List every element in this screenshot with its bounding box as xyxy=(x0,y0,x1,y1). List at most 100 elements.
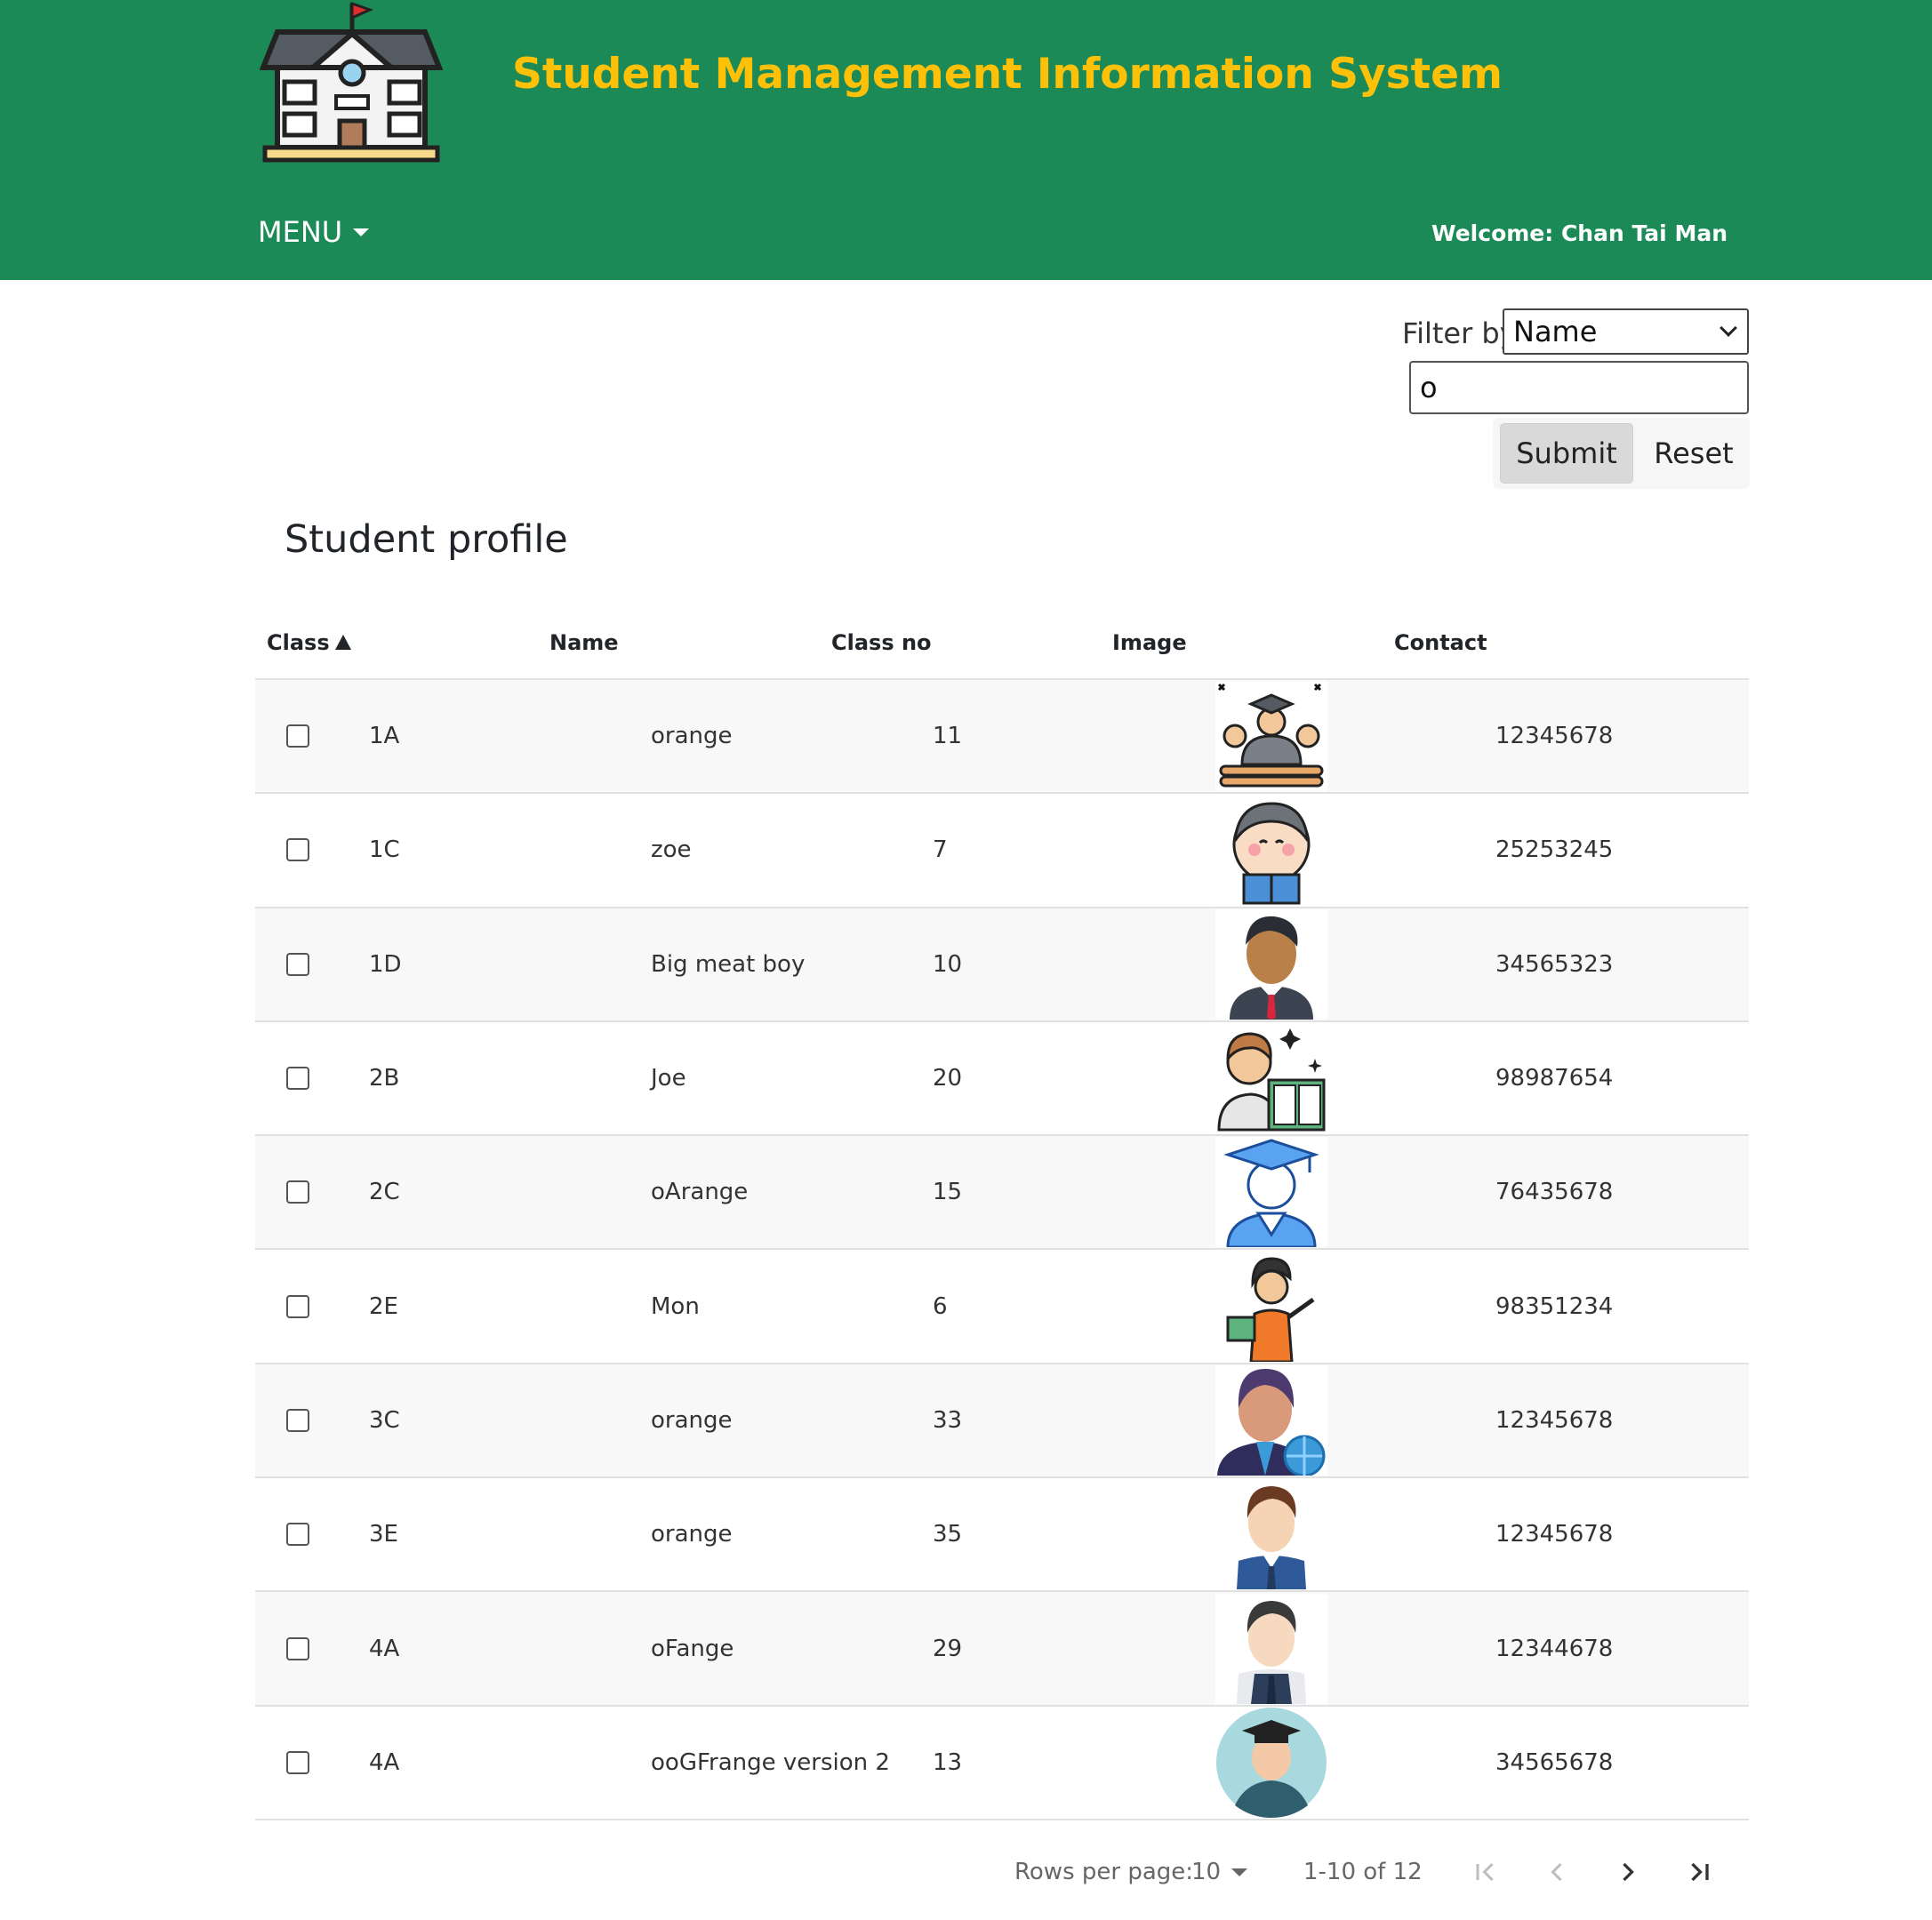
last-page-icon xyxy=(1691,1862,1709,1882)
chevron-down-icon xyxy=(1720,319,1737,337)
page-title: Student profile xyxy=(285,517,568,562)
row-checkbox[interactable] xyxy=(286,1294,309,1318)
cell-contact: 34565323 xyxy=(1495,950,1614,978)
businesswoman-globe-avatar-icon xyxy=(1215,1364,1327,1476)
cell-class: 3E xyxy=(369,1521,398,1548)
cell-name: orange xyxy=(651,1406,733,1434)
table-row[interactable]: 1D Big meat boy 10 34565323 xyxy=(255,908,1749,1022)
row-checkbox[interactable] xyxy=(286,1180,309,1204)
column-header-name[interactable]: Name xyxy=(549,604,619,680)
filter-field-select[interactable]: Name xyxy=(1503,308,1749,355)
cell-class: 3C xyxy=(369,1406,400,1434)
sort-ascending-icon xyxy=(334,635,351,650)
student-book-avatar-icon xyxy=(1215,1023,1327,1134)
cell-contact: 25253245 xyxy=(1495,836,1614,864)
cell-image xyxy=(1214,1136,1329,1248)
cell-image xyxy=(1214,794,1329,906)
cell-contact: 12344678 xyxy=(1495,1635,1614,1662)
cell-contact: 34565678 xyxy=(1495,1748,1614,1776)
next-page-button[interactable] xyxy=(1610,1854,1646,1890)
caret-down-icon[interactable] xyxy=(1231,1868,1247,1876)
cell-contact: 12345678 xyxy=(1495,1521,1614,1548)
row-checkbox[interactable] xyxy=(286,1750,309,1774)
cell-class-no: 35 xyxy=(933,1521,963,1548)
cell-class: 2C xyxy=(369,1179,400,1206)
table-row[interactable]: 1C zoe 7 25253245 xyxy=(255,794,1749,908)
column-header-class-no[interactable]: Class no xyxy=(831,604,932,680)
column-header-class[interactable]: Class xyxy=(267,604,351,680)
cell-class: 4A xyxy=(369,1635,400,1662)
welcome-message: Welcome: Chan Tai Man xyxy=(1431,220,1728,246)
menu-dropdown-toggle[interactable]: MENU xyxy=(258,215,370,249)
table-row[interactable]: 2E Mon 6 98351234 xyxy=(255,1250,1749,1364)
cell-image xyxy=(1214,680,1329,792)
table-row[interactable]: 1A orange 11 12345678 xyxy=(255,680,1749,795)
row-checkbox[interactable] xyxy=(286,1067,309,1091)
cell-image xyxy=(1214,1707,1329,1819)
cell-image xyxy=(1214,1250,1329,1362)
page-range: 1-10 of 12 xyxy=(1303,1859,1423,1885)
row-checkbox[interactable] xyxy=(286,952,309,976)
row-checkbox[interactable] xyxy=(286,1636,309,1660)
graduate-circle-avatar-icon xyxy=(1216,1707,1327,1818)
table-row[interactable]: 4A ooGFrange version 2 13 34565678 xyxy=(255,1706,1749,1820)
cell-class: 2B xyxy=(369,1065,400,1092)
school-logo-icon xyxy=(260,1,443,163)
table-header: Class Name Class no Image Contact xyxy=(255,604,1749,680)
cell-image xyxy=(1214,908,1329,1020)
table-row[interactable]: 4A oFange 29 12344678 xyxy=(255,1592,1749,1707)
cell-class-no: 7 xyxy=(933,836,948,864)
cell-name: oFange xyxy=(651,1635,734,1662)
cell-image xyxy=(1214,1592,1329,1704)
cell-image xyxy=(1214,1364,1329,1476)
cell-name: Joe xyxy=(651,1065,686,1092)
table-body: 1A orange 11 12345678 1C zoe 7 25253245 … xyxy=(255,680,1749,1820)
cell-image xyxy=(1214,1478,1329,1590)
cell-class-no: 13 xyxy=(933,1748,963,1776)
first-page-icon xyxy=(1476,1862,1494,1882)
row-checkbox[interactable] xyxy=(286,838,309,862)
menu-label: MENU xyxy=(258,215,343,249)
cell-class: 2E xyxy=(369,1292,398,1320)
cell-class-no: 10 xyxy=(933,950,963,978)
graduate-muscle-avatar-icon xyxy=(1215,681,1327,792)
table-row[interactable]: 2C oArange 15 76435678 xyxy=(255,1136,1749,1251)
cell-class-no: 6 xyxy=(933,1292,948,1320)
teacher-woman-avatar-icon xyxy=(1215,1251,1327,1362)
businessman-tie-avatar-icon xyxy=(1215,908,1327,1020)
submit-button[interactable]: Submit xyxy=(1500,423,1633,484)
cell-class-no: 20 xyxy=(933,1065,963,1092)
table-row[interactable]: 3E orange 35 12345678 xyxy=(255,1478,1749,1593)
first-page-button[interactable] xyxy=(1468,1854,1503,1890)
cell-name: oArange xyxy=(651,1179,749,1206)
previous-page-button[interactable] xyxy=(1539,1854,1575,1890)
cell-name: Mon xyxy=(651,1292,700,1320)
filter-field-value: Name xyxy=(1513,315,1598,348)
cell-name: Big meat boy xyxy=(651,950,806,978)
row-checkbox[interactable] xyxy=(286,1523,309,1547)
cell-contact: 12345678 xyxy=(1495,1406,1614,1434)
row-checkbox[interactable] xyxy=(286,724,309,748)
cell-name: zoe xyxy=(651,836,692,864)
caret-down-icon xyxy=(353,228,370,236)
table-row[interactable]: 3C orange 33 12345678 xyxy=(255,1364,1749,1479)
rows-per-page-select[interactable]: 10 xyxy=(1191,1853,1221,1891)
cell-class-no: 29 xyxy=(933,1635,963,1662)
app-title: Student Management Information System xyxy=(512,50,1503,99)
kid-reading-avatar-icon xyxy=(1215,795,1327,906)
cell-contact: 98351234 xyxy=(1495,1292,1614,1320)
rows-per-page-label: Rows per page: xyxy=(1014,1859,1194,1885)
row-checkbox[interactable] xyxy=(286,1408,309,1432)
chevron-left-icon xyxy=(1551,1862,1562,1882)
graduate-blue-avatar-icon xyxy=(1215,1137,1327,1248)
cell-image xyxy=(1214,1022,1329,1134)
cell-class: 1D xyxy=(369,950,402,978)
reset-button[interactable]: Reset xyxy=(1644,423,1744,484)
column-header-image[interactable]: Image xyxy=(1112,604,1187,680)
cell-class-no: 11 xyxy=(933,723,963,750)
filter-search-input[interactable] xyxy=(1409,361,1749,414)
table-row[interactable]: 2B Joe 20 98987654 xyxy=(255,1021,1749,1137)
cell-name: ooGFrange version 2 xyxy=(651,1748,890,1776)
last-page-button[interactable] xyxy=(1681,1854,1717,1890)
column-header-contact[interactable]: Contact xyxy=(1394,604,1487,680)
